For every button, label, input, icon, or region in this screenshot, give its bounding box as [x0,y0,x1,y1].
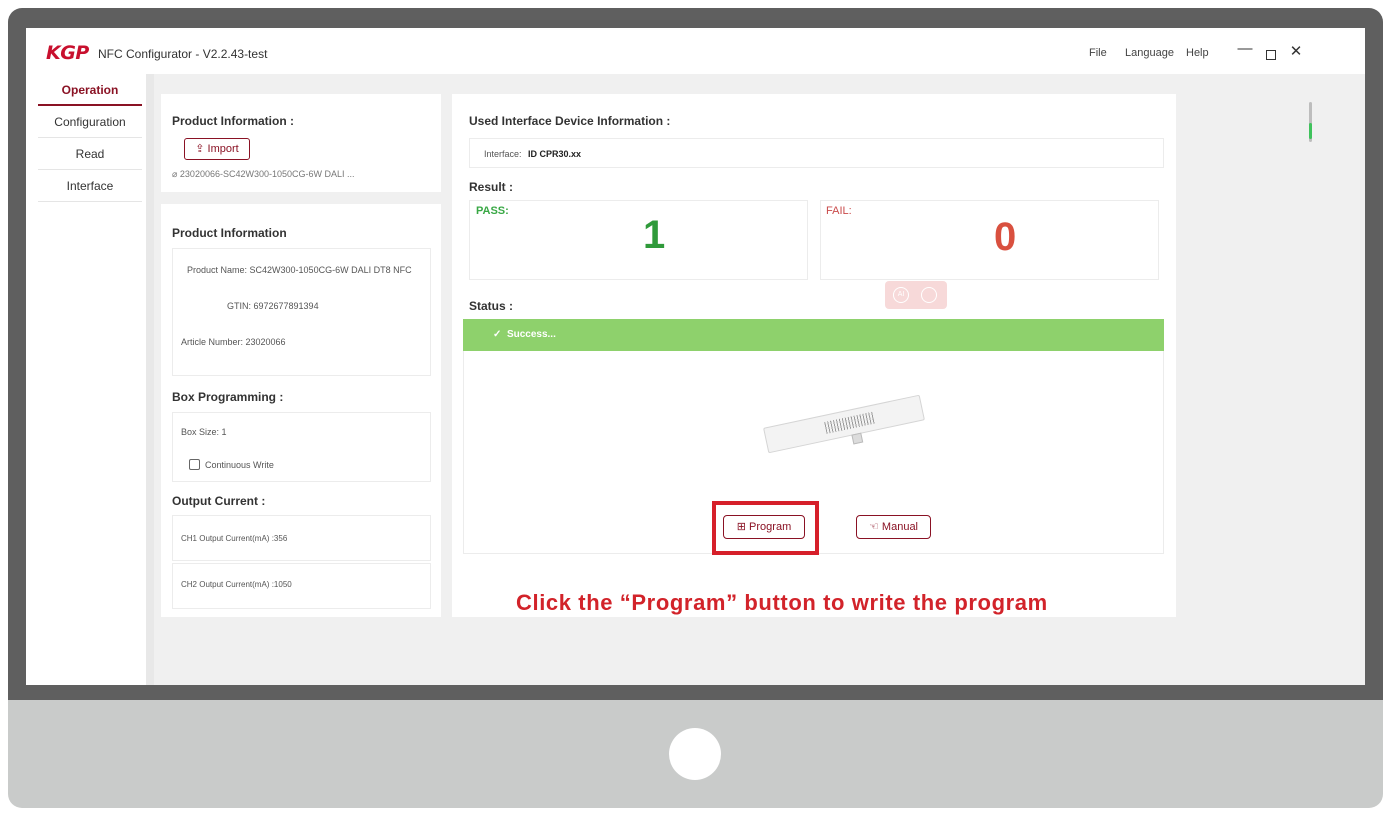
gtin: GTIN: 6972677891394 [227,301,319,311]
pass-label: PASS: [476,205,509,217]
led-driver-image [763,394,925,454]
sidebar-item-read[interactable]: Read [38,138,142,170]
box-size: Box Size: 1 [181,427,227,437]
product-import-heading: Product Information : [172,114,294,128]
ch2-output-box: CH2 Output Current(mA) :1050 [172,563,431,609]
output-current-heading: Output Current : [172,494,266,508]
interface-label: Interface: [484,149,522,159]
upload-icon: ⇪ [195,143,208,155]
instruction-caption: Click the “Program” button to write the … [516,590,1048,615]
driver-connector [851,432,864,445]
sidebar-divider [146,74,154,685]
close-icon[interactable]: ✕ [1288,42,1304,60]
monitor-frame: KGP NFC Configurator - V2.2.43-test File… [8,8,1383,808]
pass-count: 1 [643,213,666,257]
result-heading: Result : [469,180,514,194]
ai-icon[interactable]: AI [893,287,909,303]
status-message: ✓ Success... [493,329,556,340]
interface-value: ID CPR30.xx [528,149,582,159]
app-window: KGP NFC Configurator - V2.2.43-test File… [26,28,1365,685]
product-info-heading: Product Information [172,226,287,240]
continuous-write-checkbox[interactable] [189,459,200,470]
import-button[interactable]: ⇪ Import [184,138,250,160]
minimize-icon[interactable]: — [1237,40,1253,57]
product-name: Product Name: SC42W300-1050CG-6W DALI DT… [187,265,412,275]
floating-toolbar[interactable]: AI [885,281,947,309]
sidebar-item-operation[interactable]: Operation [38,74,142,106]
status-bar: ✓ Success... [463,319,1164,351]
window-title: NFC Configurator - V2.2.43-test [98,47,268,61]
fail-box [820,200,1159,280]
ch1-output-current: CH1 Output Current(mA) :356 [181,534,288,543]
power-button-icon [669,728,721,780]
status-heading: Status : [469,299,514,313]
kgp-logo: KGP [46,42,89,64]
driver-label-marks [824,411,876,434]
fail-label: FAIL: [826,205,852,217]
menu-language[interactable]: Language [1125,47,1174,59]
product-info-box: Product Name: SC42W300-1050CG-6W DALI DT… [172,248,431,376]
interface-info-heading: Used Interface Device Information : [469,114,671,128]
pass-box [469,200,808,280]
maximize-icon[interactable] [1266,50,1276,60]
article-number: Article Number: 23020066 [181,337,286,347]
ch1-output-box: CH1 Output Current(mA) :356 [172,515,431,561]
menu-help[interactable]: Help [1186,47,1209,59]
interface-box: Interface: ID CPR30.xx [469,138,1164,168]
title-bar: KGP NFC Configurator - V2.2.43-test File… [26,28,1365,74]
imported-file-name: ⌀ 23020066-SC42W300-1050CG-6W DALI ... [172,169,355,179]
menu-file[interactable]: File [1089,47,1107,59]
box-programming-box: Box Size: 1 Continuous Write [172,412,431,482]
scrollbar-thumb[interactable] [1309,123,1312,139]
continuous-write-label: Continuous Write [205,460,274,470]
import-label: Import [207,143,239,155]
sidebar: Operation Configuration Read Interface [26,74,154,685]
ch2-output-current: CH2 Output Current(mA) :1050 [181,580,292,589]
sidebar-item-configuration[interactable]: Configuration [38,106,142,138]
fail-count: 0 [994,215,1017,259]
manual-button[interactable]: ☜ Manual [856,515,931,539]
program-highlight-box [712,501,819,555]
hand-icon: ☜ [869,521,882,533]
check-icon: ✓ [493,329,507,340]
search-icon[interactable] [921,287,937,303]
box-programming-heading: Box Programming : [172,390,284,404]
sidebar-item-interface[interactable]: Interface [38,170,142,202]
paperclip-icon: ⌀ [172,169,180,179]
